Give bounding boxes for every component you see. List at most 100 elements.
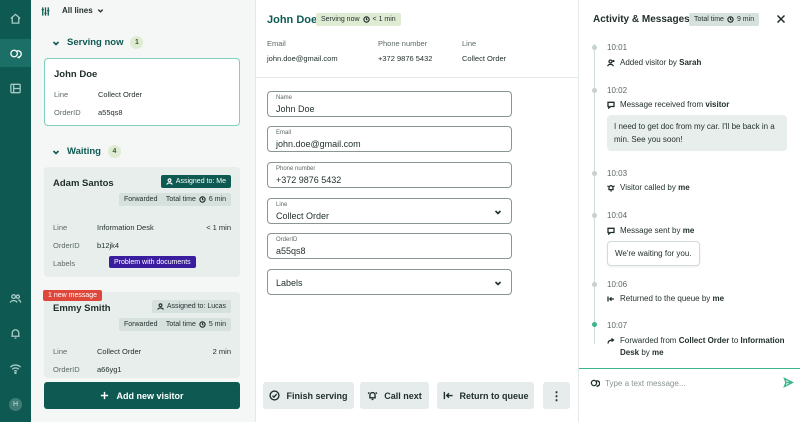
label-chip: Problem with documents	[109, 256, 196, 268]
activity-event: Added visitor by Sarah	[607, 57, 792, 69]
more-actions-button[interactable]: ⋮	[543, 382, 570, 409]
message-composer	[579, 368, 800, 396]
visitor-header: John Doe Serving now < 1 min Email john.…	[256, 0, 579, 78]
send-button[interactable]	[783, 377, 795, 388]
user-avatar[interactable]: H	[9, 398, 22, 411]
sliders-icon	[41, 6, 49, 16]
event-time: 10:07	[607, 321, 628, 330]
plus-icon	[101, 391, 109, 400]
assigned-badge: Assigned to: Lucas	[151, 300, 231, 313]
phone-label: Phone number	[378, 39, 428, 48]
chevron-down-icon	[52, 149, 60, 155]
clock-icon	[199, 196, 206, 203]
user-icon	[157, 303, 164, 310]
return-to-queue-button[interactable]: Return to queue	[437, 382, 534, 409]
order-id-field[interactable]: OrderID a55qs8	[267, 233, 512, 259]
activity-title: Activity & Messages	[593, 14, 690, 25]
chevron-down-icon	[97, 9, 103, 13]
rail-home[interactable]	[0, 4, 31, 32]
message-input[interactable]	[605, 377, 775, 390]
total-time-badge: Total time 9 min	[689, 13, 760, 26]
close-icon	[776, 14, 786, 24]
line-select[interactable]: Line Collect Order	[267, 198, 512, 224]
add-visitor-button[interactable]: Add new visitor	[44, 382, 240, 409]
message-icon	[607, 227, 615, 235]
total-time-badge: Total time 6 min	[160, 193, 231, 206]
serving-status-badge: Serving now < 1 min	[316, 13, 401, 26]
visitor-name: Adam Santos	[53, 178, 114, 189]
total-time-badge: Total time 5 min	[160, 318, 231, 331]
email-label: Email	[267, 39, 286, 48]
phone-value: +372 9876 5432	[378, 54, 433, 63]
waiting-visitor-card[interactable]: Adam Santos Assigned to: Me Forwarded To…	[44, 167, 240, 277]
rail-reports[interactable]	[0, 74, 31, 102]
line-selector-label: All lines	[62, 6, 93, 15]
timeline-dot-current	[592, 322, 597, 327]
serving-visitor-card[interactable]: John Doe Line Collect Order OrderID a55q…	[44, 58, 240, 126]
received-message-bubble: I need to get doc from my car. I'll be b…	[607, 115, 787, 151]
line-value: Information Desk	[97, 223, 154, 232]
sent-message-bubble: We're waiting for you.	[607, 241, 700, 266]
wifi-icon	[9, 364, 22, 374]
filter-button[interactable]	[36, 3, 54, 19]
arrow-left-bar-icon	[443, 391, 453, 400]
email-field[interactable]: Email john.doe@gmail.com	[267, 126, 512, 152]
send-icon	[783, 377, 795, 388]
home-icon	[10, 12, 21, 24]
visitor-details: John Doe Serving now < 1 min Email john.…	[255, 0, 579, 422]
event-time: 10:03	[607, 169, 628, 178]
message-icon	[607, 101, 615, 109]
waiting-title: Waiting	[67, 146, 101, 157]
waiting-header[interactable]: Waiting 4	[52, 145, 121, 158]
user-plus-icon	[607, 59, 615, 67]
event-time: 10:02	[607, 86, 628, 95]
clock-icon	[199, 321, 206, 328]
order-label: OrderID	[53, 365, 80, 374]
event-time: 10:01	[607, 43, 628, 52]
timeline-dot	[592, 88, 597, 93]
assigned-badge: Assigned to: Me	[160, 175, 231, 188]
event-time: 10:06	[607, 280, 628, 289]
chat-bubbles-icon	[590, 378, 601, 388]
visitor-name: Emmy Smith	[53, 303, 111, 314]
waiting-visitor-card[interactable]: Emmy Smith Assigned to: Lucas Forwarded …	[44, 292, 240, 378]
order-value: a55qs8	[98, 108, 123, 117]
bell-icon	[11, 328, 20, 339]
line-selector[interactable]: All lines	[62, 6, 104, 15]
left-rail: H	[0, 0, 31, 422]
rail-notifications[interactable]	[0, 319, 31, 347]
line-label: Line	[53, 223, 68, 232]
serving-now-header[interactable]: Serving now 1	[52, 36, 144, 49]
timeline-dot	[592, 213, 597, 218]
waiting-count: 4	[107, 145, 121, 158]
call-next-button[interactable]: Call next	[360, 382, 429, 409]
line-label: Line	[462, 39, 477, 48]
rail-users[interactable]	[0, 284, 31, 312]
rail-connection[interactable]	[0, 354, 31, 382]
chevron-down-icon	[52, 40, 60, 46]
line-wait-time: 2 min	[212, 347, 231, 356]
serving-now-count: 1	[130, 36, 144, 49]
phone-field[interactable]: Phone number +372 9876 5432	[267, 162, 512, 188]
close-activity-button[interactable]	[775, 13, 787, 25]
timeline-dot	[592, 171, 597, 176]
bell-ring-icon	[607, 185, 615, 192]
rail-queue[interactable]	[0, 39, 31, 67]
labels-label: Labels	[53, 259, 76, 268]
labels-select[interactable]: Labels	[267, 269, 512, 295]
activity-event: Returned to the queue by me	[607, 293, 792, 305]
activity-event: Visitor called by me	[607, 182, 792, 194]
clock-icon	[362, 16, 370, 23]
clock-icon	[727, 16, 734, 23]
order-value: b12jk4	[97, 241, 120, 250]
activity-event: Message sent by me	[607, 225, 792, 237]
email-value: john.doe@gmail.com	[267, 54, 338, 63]
name-field[interactable]: Name John Doe	[267, 91, 512, 117]
layout-icon	[10, 83, 21, 93]
finish-serving-button[interactable]: Finish serving	[263, 382, 354, 409]
users-icon	[9, 293, 22, 303]
activity-panel: Activity & Messages Total time 9 min 10:…	[578, 0, 800, 422]
new-message-badge: 1 new message	[43, 290, 103, 301]
chat-bubbles-icon	[10, 49, 22, 58]
queue-toolbar: All lines	[31, 0, 255, 22]
